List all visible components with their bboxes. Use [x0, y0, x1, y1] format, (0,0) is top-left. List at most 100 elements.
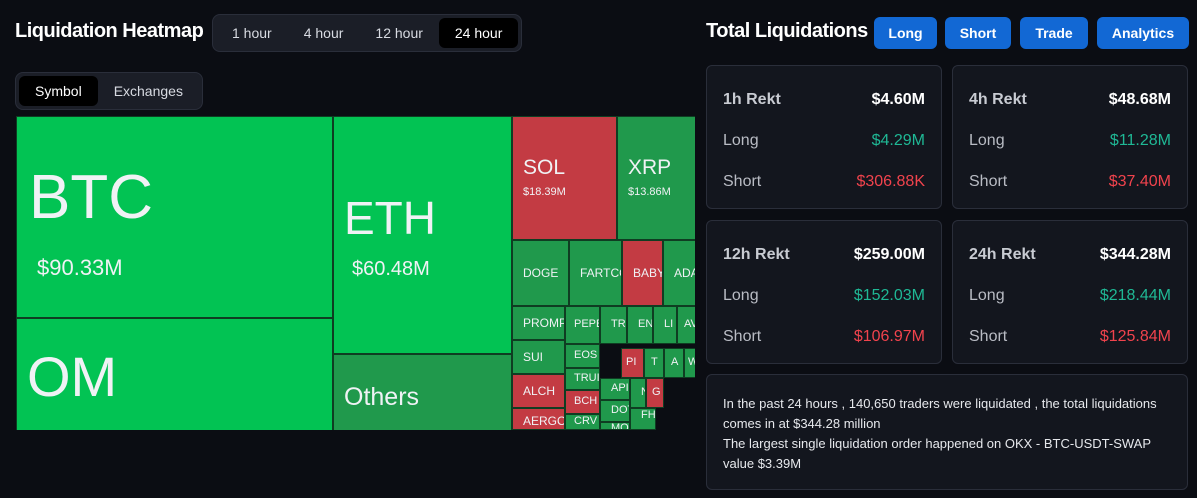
card-long-value: $218.44M	[1099, 287, 1171, 304]
treemap-cell-eos[interactable]: EOS	[565, 344, 600, 368]
groupby-exchanges-tab[interactable]: Exchanges	[98, 76, 199, 106]
analytics-button[interactable]: Analytics	[1097, 17, 1189, 49]
treemap-cell-symbol: FH	[641, 409, 656, 421]
treemap-cell-sui[interactable]: SUI	[512, 340, 565, 374]
treemap-cell-symbol: ETH	[344, 192, 436, 244]
treemap-cell-others[interactable]: Others	[333, 354, 512, 430]
treemap-cell-symbol: AERGO	[523, 414, 565, 428]
treemap-cell-w[interactable]: W	[684, 348, 695, 378]
treemap-cell-symbol: PI	[626, 356, 637, 368]
long-button[interactable]: Long	[874, 17, 937, 49]
card-long-value: $4.29M	[871, 132, 925, 149]
treemap-cell-crv[interactable]: CRV	[565, 414, 600, 430]
treemap-cell-symbol: T	[651, 356, 658, 368]
treemap-cell-bch[interactable]: BCH	[565, 390, 600, 414]
treemap-cell-en[interactable]: EN	[627, 306, 653, 344]
treemap-cell-symbol: G	[652, 386, 661, 398]
treemap-cell-value: $90.33M	[37, 255, 123, 280]
rekt-card-24h: 24h Rekt $344.28M Long $218.44M Short $125.…	[952, 220, 1188, 364]
treemap-cell-api[interactable]: API	[600, 378, 630, 400]
summary-line-traders: In the past 24 hours , 140,650 traders w…	[723, 396, 1157, 431]
treemap-cell-symbol: OM	[27, 345, 118, 408]
treemap-cell-symbol: DOT	[611, 404, 629, 416]
treemap-cell-symbol: AV	[684, 318, 695, 330]
groupby-selector: Symbol Exchanges	[15, 72, 203, 110]
treemap-cell-dot[interactable]: DOT	[600, 400, 630, 422]
treemap-cell-symbol: ALCH	[523, 384, 556, 398]
treemap-cell-g[interactable]: G	[646, 378, 664, 408]
trade-button[interactable]: Trade	[1020, 17, 1088, 49]
timeframe-4h-tab[interactable]: 4 hour	[288, 18, 360, 48]
short-label: Short	[969, 328, 1008, 345]
treemap-cell-sol[interactable]: SOL $18.39M	[512, 116, 617, 240]
heatmap-title: Liquidation Heatmap	[15, 20, 204, 42]
treemap-cell-mo[interactable]: MO	[600, 422, 630, 430]
treemap-cell-fh[interactable]: FH	[630, 408, 656, 430]
treemap-cell-n[interactable]: N	[630, 378, 646, 408]
treemap-cell-value: $60.48M	[352, 258, 430, 280]
treemap-cell-baby[interactable]: BABY	[622, 240, 663, 306]
card-label: 24h Rekt	[969, 246, 1036, 263]
treemap-cell-li[interactable]: LI	[653, 306, 677, 344]
treemap-cell-symbol: XRP	[628, 156, 672, 179]
treemap-cell-symbol: PROMPT	[523, 316, 564, 330]
treemap-cell-symbol: PEPE	[574, 318, 599, 330]
card-total: $344.28M	[1099, 246, 1171, 263]
timeframe-1h-tab[interactable]: 1 hour	[216, 18, 288, 48]
treemap-cell-ada[interactable]: ADA	[663, 240, 695, 306]
treemap-cell-symbol: CRV	[574, 415, 598, 427]
treemap-cell-symbol: ADA	[674, 266, 695, 280]
treemap-cell-aergo[interactable]: AERGO	[512, 408, 565, 430]
long-label: Long	[723, 132, 759, 149]
timeframe-24h-tab[interactable]: 24 hour	[438, 18, 519, 48]
timeframe-selector: 1 hour 4 hour 12 hour 24 hour	[212, 14, 523, 52]
timeframe-12h-tab[interactable]: 12 hour	[359, 18, 438, 48]
treemap-cell-symbol: EN	[638, 318, 653, 330]
treemap-cell-t[interactable]: T	[644, 348, 664, 378]
treemap-cell-symbol: FARTCO	[580, 266, 621, 280]
short-button[interactable]: Short	[945, 17, 1011, 49]
treemap-cell-symbol: SUI	[523, 350, 544, 364]
treemap-cell-trui[interactable]: TRUI	[565, 368, 600, 390]
treemap-cell-symbol: BCH	[574, 395, 598, 407]
treemap-cell-eth[interactable]: ETH $60.48M	[333, 116, 512, 354]
short-label: Short	[723, 328, 762, 345]
groupby-symbol-tab[interactable]: Symbol	[19, 76, 98, 106]
treemap-cell-symbol: A	[671, 356, 679, 368]
treemap-cell-symbol: Others	[344, 383, 420, 411]
treemap-cell-om[interactable]: OM	[16, 318, 333, 430]
summary-line-largest-order: The largest single liquidation order hap…	[723, 436, 1151, 471]
treemap-cell-symbol: SOL	[523, 156, 566, 179]
liquidation-treemap: BTC $90.33M OM ETH $60.48M Others SOL $18.39M XR…	[16, 116, 695, 430]
liquidation-summary: In the past 24 hours , 140,650 traders w…	[706, 374, 1188, 490]
treemap-cell-btc[interactable]: BTC $90.33M	[16, 116, 333, 318]
card-total: $48.68M	[1108, 91, 1171, 108]
treemap-cell-prompt[interactable]: PROMPT	[512, 306, 565, 340]
treemap-cell-a[interactable]: A	[664, 348, 684, 378]
treemap-cell-pi[interactable]: PI	[621, 348, 644, 378]
treemap-cell-symbol: TRUI	[574, 372, 600, 384]
treemap-cell-pepe[interactable]: PEPE	[565, 306, 600, 344]
treemap-cell-fartco[interactable]: FARTCO	[569, 240, 622, 306]
card-long-value: $152.03M	[853, 287, 925, 304]
card-short-value: $106.97M	[853, 328, 925, 345]
card-short-value: $306.88K	[856, 173, 925, 190]
treemap-cell-av[interactable]: AV	[677, 306, 695, 344]
treemap-cell-symbol: W	[688, 357, 695, 368]
treemap-cell-tr[interactable]: TR	[600, 306, 627, 344]
card-short-value: $37.40M	[1108, 173, 1171, 190]
treemap-cell-doge[interactable]: DOGE	[512, 240, 569, 306]
treemap-cell-symbol: DOGE	[523, 266, 559, 280]
rekt-card-4h: 4h Rekt $48.68M Long $11.28M Short $37.40M	[952, 65, 1188, 209]
treemap-cell-alch[interactable]: ALCH	[512, 374, 565, 408]
treemap-cell-xrp[interactable]: XRP $13.86M	[617, 116, 695, 240]
card-total: $259.00M	[853, 246, 925, 263]
treemap-cell-value: $13.86M	[628, 186, 671, 198]
treemap-cell-symbol: API	[611, 382, 629, 394]
card-label: 12h Rekt	[723, 246, 790, 263]
card-long-value: $11.28M	[1109, 132, 1171, 149]
treemap-cell-symbol: TR	[611, 318, 626, 330]
rekt-card-1h: 1h Rekt $4.60M Long $4.29M Short $306.88K	[706, 65, 942, 209]
card-short-value: $125.84M	[1099, 328, 1171, 345]
card-label: 1h Rekt	[723, 91, 781, 108]
